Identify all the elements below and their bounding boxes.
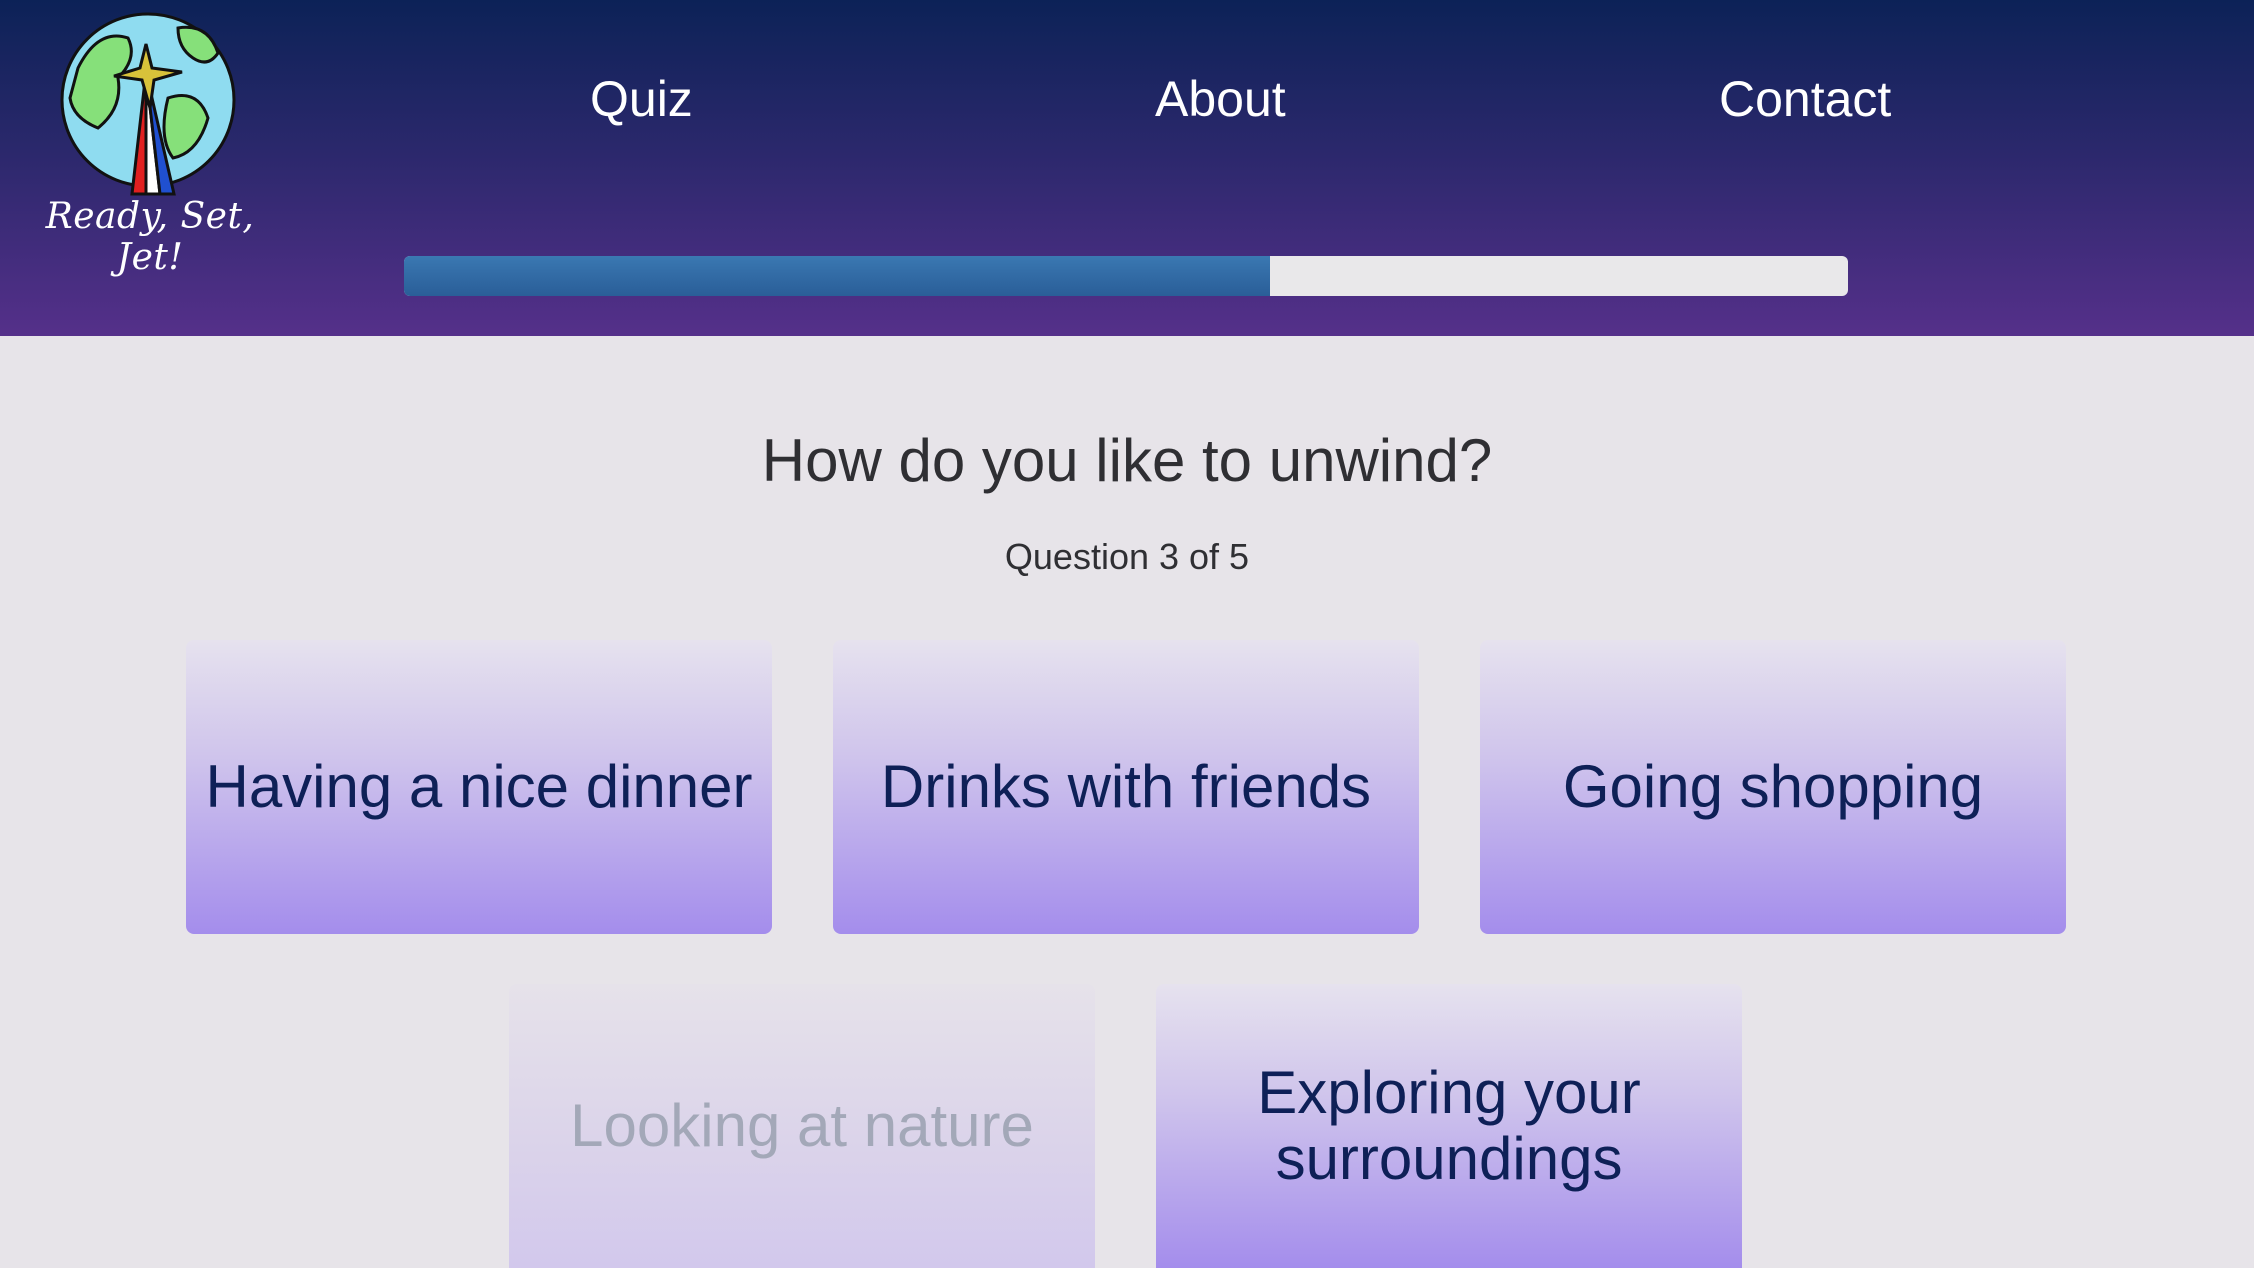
answer-option-label: Going shopping — [1562, 753, 1984, 820]
brand-logo[interactable]: Ready, Set, Jet! — [30, 4, 270, 278]
answer-option-label: Looking at nature — [570, 1092, 1034, 1159]
quiz-progress-bar — [404, 256, 1848, 296]
answer-option-shopping[interactable]: Going shopping — [1480, 640, 2066, 934]
answer-option-label: Exploring your surroundings — [1257, 1059, 1641, 1192]
header: Ready, Set, Jet! Quiz About Contact — [0, 0, 2254, 336]
nav-contact[interactable]: Contact — [1719, 70, 1891, 128]
answer-option-dinner[interactable]: Having a nice dinner — [186, 640, 772, 934]
answer-option-label: Having a nice dinner — [205, 753, 753, 820]
question-counter: Question 3 of 5 — [1004, 536, 1250, 577]
answer-option-nature[interactable]: Looking at nature — [509, 984, 1095, 1268]
nav-about[interactable]: About — [1155, 70, 1286, 128]
brand-name: Ready, Set, Jet! — [45, 196, 255, 278]
answer-option-exploring[interactable]: Exploring your surroundings — [1156, 984, 1742, 1268]
globe-rocket-icon — [60, 12, 236, 196]
answer-option-drinks[interactable]: Drinks with friends — [833, 640, 1419, 934]
quiz-progress-fill — [404, 256, 1271, 296]
question-title: How do you like to unwind? — [761, 427, 1493, 494]
nav-quiz[interactable]: Quiz — [590, 70, 693, 128]
answer-option-label: Drinks with friends — [880, 753, 1372, 820]
